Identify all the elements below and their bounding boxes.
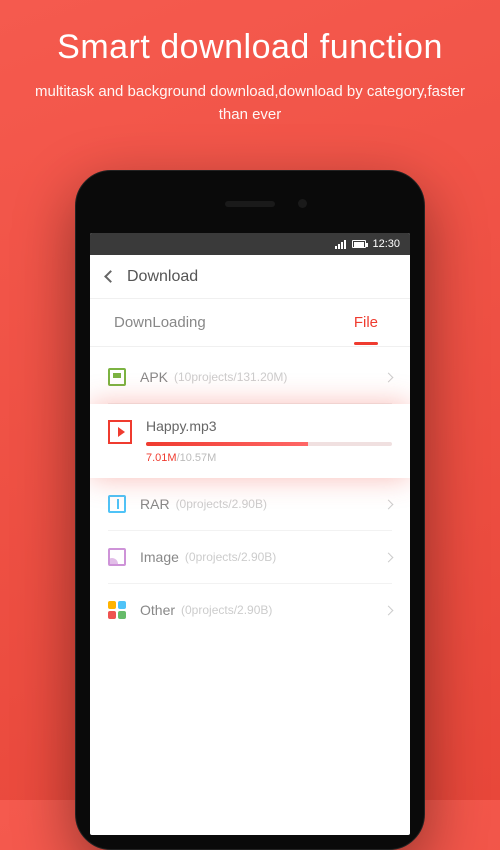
category-list: APK (10projects/131.20M) Happy.mp3 7.01M… <box>90 347 410 636</box>
chevron-right-icon <box>384 499 394 509</box>
signal-icon <box>335 240 346 249</box>
category-label: RAR <box>140 496 170 512</box>
category-row-image[interactable]: Image (0projects/2.90B) <box>90 531 410 583</box>
tab-file[interactable]: File <box>246 314 386 331</box>
category-row-rar[interactable]: RAR (0projects/2.90B) <box>90 478 410 530</box>
category-row-other[interactable]: Other (0projects/2.90B) <box>90 584 410 636</box>
category-label: Other <box>140 602 175 618</box>
rar-icon <box>108 495 126 513</box>
download-size: 7.01M/10.57M <box>146 452 392 464</box>
category-label: APK <box>140 369 168 385</box>
promo-subtitle: multitask and background download,downlo… <box>0 67 500 126</box>
tab-downloading[interactable]: DownLoading <box>114 314 246 331</box>
chevron-right-icon <box>384 605 394 615</box>
play-icon[interactable] <box>108 420 132 444</box>
progress-fill <box>146 442 308 446</box>
status-time: 12:30 <box>372 238 400 250</box>
chevron-right-icon <box>384 552 394 562</box>
phone-frame: 12:30 Download DownLoading File APK (10p… <box>75 170 425 850</box>
image-icon <box>108 548 126 566</box>
apk-icon <box>108 368 126 386</box>
category-label: Image <box>140 549 179 565</box>
active-download-row[interactable]: Happy.mp3 7.01M/10.57M <box>90 404 410 478</box>
category-row-apk[interactable]: APK (10projects/131.20M) <box>90 351 410 403</box>
status-bar: 12:30 <box>90 233 410 255</box>
download-info: Happy.mp3 7.01M/10.57M <box>146 418 392 464</box>
back-icon[interactable] <box>104 270 117 283</box>
category-meta: (0projects/2.90B) <box>185 550 276 564</box>
download-filename: Happy.mp3 <box>146 418 392 434</box>
page-title: Download <box>127 268 198 286</box>
phone-camera <box>298 199 307 208</box>
other-icon <box>108 601 126 619</box>
category-meta: (0projects/2.90B) <box>176 497 267 511</box>
category-meta: (0projects/2.90B) <box>181 603 272 617</box>
app-header: Download <box>90 255 410 299</box>
progress-bar <box>146 442 392 446</box>
chevron-right-icon <box>384 372 394 382</box>
promo-title: Smart download function <box>0 0 500 67</box>
size-done: 7.01M <box>146 452 177 464</box>
phone-screen: 12:30 Download DownLoading File APK (10p… <box>90 233 410 835</box>
size-total: 10.57M <box>180 452 217 464</box>
phone-speaker <box>225 201 275 207</box>
battery-icon <box>352 240 366 248</box>
category-meta: (10projects/131.20M) <box>174 370 287 384</box>
tabs: DownLoading File <box>90 299 410 347</box>
